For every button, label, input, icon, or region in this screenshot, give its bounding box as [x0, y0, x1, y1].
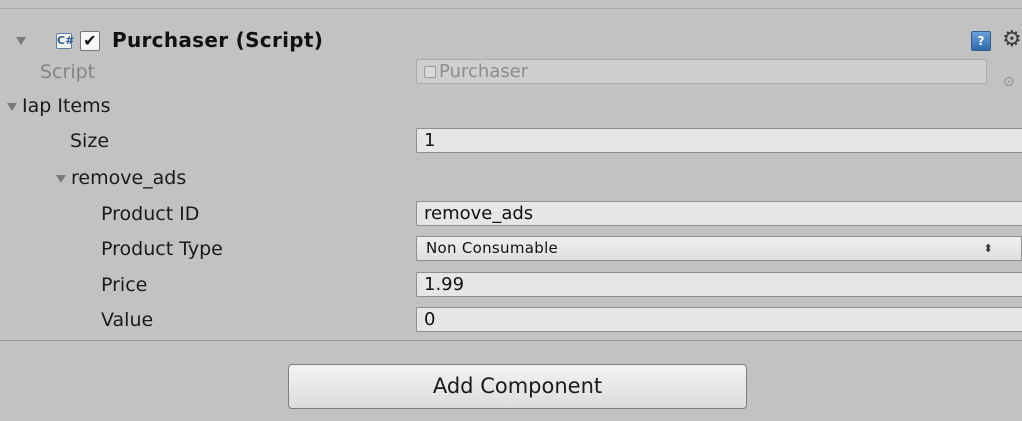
iap-items-label: Iap Items	[22, 95, 111, 117]
value-row: Value 0	[0, 303, 1022, 337]
iap-items-foldout-arrow[interactable]	[7, 103, 17, 111]
component-foldout-arrow[interactable]	[16, 37, 26, 45]
product-type-row: Product Type Non Consumable ⬍	[0, 232, 1022, 266]
script-field: Purchaser	[416, 59, 987, 84]
element-row[interactable]: remove_ads	[0, 161, 1022, 195]
price-input[interactable]: 1.99	[416, 272, 1022, 297]
component-enabled-checkbox[interactable]: ✔	[80, 31, 100, 51]
help-icon[interactable]: ?	[971, 31, 991, 51]
inspector-panel: C# ✔ Purchaser (Script) ? ⚙ Script Purch…	[0, 0, 1022, 421]
value-label: Value	[101, 309, 154, 331]
top-separator	[0, 8, 1022, 9]
product-id-label: Product ID	[101, 203, 200, 225]
csharp-script-icon: C#	[56, 33, 75, 49]
element-foldout-arrow[interactable]	[56, 175, 66, 183]
gear-icon[interactable]: ⚙	[1002, 27, 1022, 53]
element-name-label: remove_ads	[71, 167, 187, 189]
size-row: Size 1	[0, 124, 1022, 158]
product-type-dropdown[interactable]: Non Consumable ⬍	[416, 236, 1022, 261]
product-id-row: Product ID remove_ads	[0, 197, 1022, 231]
add-component-button[interactable]: Add Component	[288, 364, 747, 409]
script-field-value: Purchaser	[439, 61, 529, 82]
object-picker-icon[interactable]: ⊙	[1003, 75, 1015, 89]
script-label: Script	[40, 61, 96, 83]
script-row: Script Purchaser	[0, 55, 1022, 89]
product-id-input[interactable]: remove_ads	[416, 201, 1022, 226]
product-type-label: Product Type	[101, 238, 223, 260]
component-divider	[0, 340, 1022, 341]
script-asset-icon	[424, 66, 436, 78]
price-label: Price	[101, 274, 148, 296]
product-type-selected: Non Consumable	[426, 239, 559, 257]
value-input[interactable]: 0	[416, 307, 1022, 332]
size-label: Size	[70, 130, 110, 152]
iap-items-row[interactable]: Iap Items	[0, 89, 1022, 123]
price-row: Price 1.99	[0, 268, 1022, 302]
size-input[interactable]: 1	[416, 128, 1022, 153]
component-title: Purchaser (Script)	[112, 28, 324, 52]
dropdown-arrows-icon: ⬍	[983, 242, 993, 255]
